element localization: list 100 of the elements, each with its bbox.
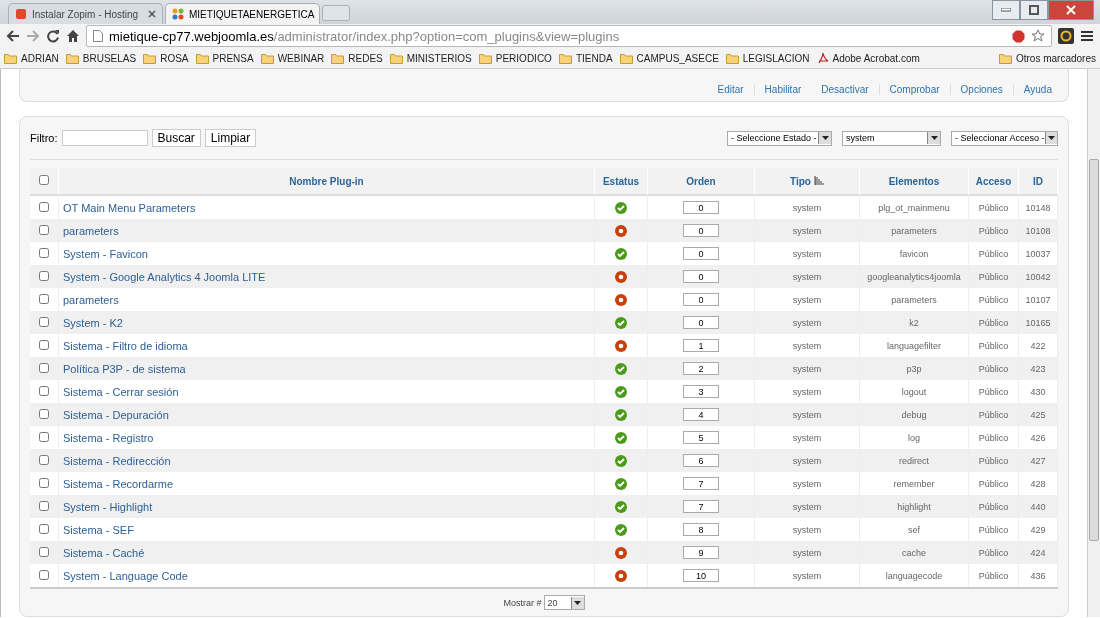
row-checkbox[interactable] (39, 270, 49, 281)
browser-tab[interactable]: Instalar Zopim - Hosting (8, 3, 163, 24)
browser-tab[interactable]: MIETIQUETAENERGETICA (165, 3, 320, 24)
toolbar-button[interactable]: Habilitar (753, 84, 812, 95)
order-field[interactable]: 6 (683, 454, 719, 467)
bookmark[interactable]: MINISTERIOS (389, 52, 472, 64)
bookmark[interactable]: PERIODICO (478, 52, 552, 64)
row-checkbox[interactable] (39, 454, 49, 465)
toolbar-button[interactable]: Opciones (949, 84, 1013, 95)
home-icon[interactable] (66, 29, 80, 43)
row-checkbox[interactable] (39, 546, 49, 557)
row-checkbox[interactable] (39, 316, 49, 327)
star-icon[interactable] (1031, 29, 1045, 43)
bookmark[interactable]: Adobe Acrobat.com (816, 52, 920, 64)
row-checkbox[interactable] (39, 408, 49, 419)
plugin-name-link[interactable]: System - Highlight (63, 500, 153, 513)
menu-icon[interactable] (1080, 30, 1094, 42)
reload-icon[interactable] (46, 29, 60, 43)
plugin-name-link[interactable]: Sistema - Depuración (63, 408, 169, 421)
select-field[interactable]: - Seleccionar Acceso - (951, 130, 1058, 146)
filter-field[interactable] (61, 130, 148, 146)
column-header[interactable]: ID (1019, 168, 1058, 196)
plugin-name-link[interactable]: parameters (63, 293, 119, 306)
check-circle-icon[interactable] (615, 247, 627, 260)
order-field[interactable]: 9 (683, 546, 719, 559)
order-field[interactable]: 0 (683, 201, 719, 214)
row-checkbox[interactable] (39, 385, 49, 396)
scrollbar[interactable] (1087, 69, 1100, 617)
close-icon[interactable] (148, 10, 156, 18)
bookmark[interactable]: LEGISLACION (725, 52, 810, 64)
plugin-name-link[interactable]: parameters (63, 224, 119, 237)
order-field[interactable]: 0 (683, 293, 719, 306)
plugin-name-link[interactable]: System - K2 (63, 316, 123, 329)
bookmark[interactable]: REDES (331, 52, 383, 64)
order-field[interactable]: 7 (683, 500, 719, 513)
bookmark[interactable]: Otros marcadores (998, 52, 1096, 64)
check-circle-icon[interactable] (615, 477, 627, 490)
check-circle-icon[interactable] (615, 362, 627, 375)
order-field[interactable]: 3 (683, 385, 719, 398)
check-circle-icon[interactable] (615, 500, 627, 513)
page-size-select[interactable]: 20 (543, 595, 585, 610)
toolbar-button[interactable]: Desactivar (811, 84, 879, 95)
check-circle-icon[interactable] (615, 454, 627, 467)
check-circle-icon[interactable] (615, 316, 627, 329)
address-bar[interactable]: mietique-cp77.webjoomla.es/administrator/index.php?option=com_plugins&view=plugins (86, 25, 1052, 47)
row-checkbox[interactable] (39, 224, 49, 235)
order-field[interactable]: 4 (683, 408, 719, 421)
extension-icon[interactable] (1058, 28, 1074, 44)
plugin-name-link[interactable]: System - Favicon (63, 247, 148, 260)
order-field[interactable]: 5 (683, 431, 719, 444)
check-circle-icon[interactable] (615, 385, 627, 398)
order-field[interactable]: 0 (683, 247, 719, 260)
column-header[interactable]: Elementos (860, 168, 969, 196)
plugin-name-link[interactable]: System - Google Analytics 4 Joomla LITE (63, 270, 266, 283)
row-checkbox[interactable] (39, 569, 49, 580)
plugin-name-link[interactable]: Sistema - Cerrar sesión (63, 385, 179, 398)
column-header[interactable]: Acceso (969, 168, 1019, 196)
check-circle-icon[interactable] (615, 201, 627, 214)
row-checkbox[interactable] (39, 339, 49, 350)
order-field[interactable]: 0 (683, 224, 719, 237)
column-header[interactable]: Nombre Plug-in (59, 168, 595, 196)
plugin-name-link[interactable]: Sistema - Redirección (63, 454, 171, 467)
row-checkbox[interactable] (39, 500, 49, 511)
order-field[interactable]: 0 (683, 270, 719, 283)
search-button[interactable]: Buscar (151, 129, 201, 147)
stop-sign-icon[interactable] (1012, 29, 1025, 43)
row-checkbox[interactable] (39, 523, 49, 534)
order-field[interactable]: 10 (683, 569, 719, 582)
row-checkbox[interactable] (39, 477, 49, 488)
plugin-name-link[interactable]: System - Language Code (63, 569, 188, 582)
row-checkbox[interactable] (39, 201, 49, 212)
bookmark[interactable]: ROSA (143, 52, 189, 64)
order-field[interactable]: 2 (683, 362, 719, 375)
row-checkbox[interactable] (39, 247, 49, 258)
toolbar-button[interactable]: Editar (707, 84, 754, 95)
plugin-name-link[interactable]: Sistema - Recordarme (63, 477, 174, 490)
check-circle-icon[interactable] (615, 523, 627, 536)
order-field[interactable]: 8 (683, 523, 719, 536)
bookmark[interactable]: PRENSA (195, 52, 254, 64)
order-field[interactable]: 1 (683, 339, 719, 352)
row-checkbox[interactable] (39, 293, 49, 304)
select-field[interactable]: - Seleccione Estado - (727, 130, 832, 146)
close-window-button[interactable] (1048, 0, 1094, 20)
order-field[interactable]: 0 (683, 316, 719, 329)
toolbar-button[interactable]: Comprobar (878, 84, 950, 95)
plugin-name-link[interactable]: Sistema - SEF (63, 523, 134, 536)
plugin-name-link[interactable]: OT Main Menu Parameters (63, 201, 196, 214)
clear-button[interactable]: Limpiar (204, 129, 257, 147)
plugin-name-link[interactable]: Sistema - Caché (63, 546, 145, 559)
bookmark[interactable]: CAMPUS_ASECE (619, 52, 719, 64)
bookmark[interactable]: TIENDA (558, 52, 613, 64)
select-all-checkbox[interactable] (39, 175, 49, 185)
plugin-name-link[interactable]: Sistema - Registro (63, 431, 154, 444)
plugin-name-link[interactable]: Política P3P - de sistema (63, 362, 186, 375)
row-checkbox[interactable] (39, 362, 49, 373)
restore-button[interactable] (1020, 0, 1048, 20)
order-field[interactable]: 7 (683, 477, 719, 490)
bookmark[interactable]: WEBINAR (260, 52, 325, 64)
bookmark[interactable]: ADRIAN (4, 52, 59, 64)
column-header[interactable]: Orden (648, 168, 755, 196)
